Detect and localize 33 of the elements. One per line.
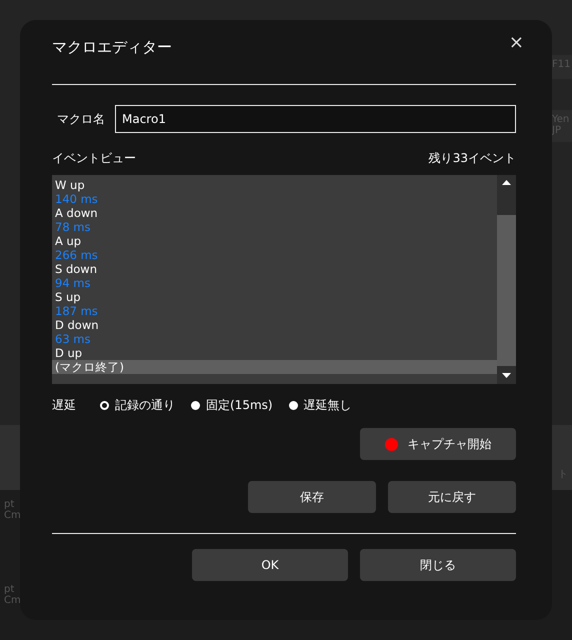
save-button[interactable]: 保存 [248,481,376,513]
delay-label: 遅延 [52,396,77,414]
capture-button[interactable]: キャプチャ開始 [360,428,516,460]
scroll-down-icon[interactable] [502,372,511,378]
scroll-up-icon[interactable] [502,180,511,184]
event-item[interactable]: D down [52,318,497,332]
field-label: マクロ名 [57,110,105,128]
dialog-title: マクロエディター [52,38,172,57]
event-item[interactable]: W up [52,178,497,192]
radio-icon[interactable] [288,400,298,410]
section-label: イベントビュー [52,150,136,166]
event-item[interactable]: A up [52,234,497,248]
event-item[interactable]: A down [52,206,497,220]
revert-button[interactable]: 元に戻す [388,481,516,513]
delay-option[interactable]: 固定(15ms) [191,396,273,414]
macro-name-field[interactable]: Macro1 [115,105,516,133]
radio-icon[interactable] [191,400,200,410]
close-dialog-button[interactable]: 閉じる [360,549,516,581]
event-item[interactable]: D up [52,346,497,360]
side-label: pt Cm [3,498,22,523]
event-item[interactable]: S up [52,290,497,304]
delay-option[interactable]: 記録の通り [100,396,175,414]
scrollbar[interactable] [497,175,516,384]
record-icon [384,438,398,450]
event-item[interactable]: (マクロ終了) [52,360,497,374]
close-button[interactable]: × [508,34,524,52]
ok-button[interactable]: OK [192,549,348,581]
event-item[interactable]: S down [52,262,497,276]
delay-option[interactable]: 遅延無し [288,396,352,414]
radio-icon[interactable] [100,400,109,410]
scroll-thumb[interactable] [497,189,516,215]
remaining-count: 残り33イベント [428,150,516,166]
side-label: pt Cm [3,583,22,608]
